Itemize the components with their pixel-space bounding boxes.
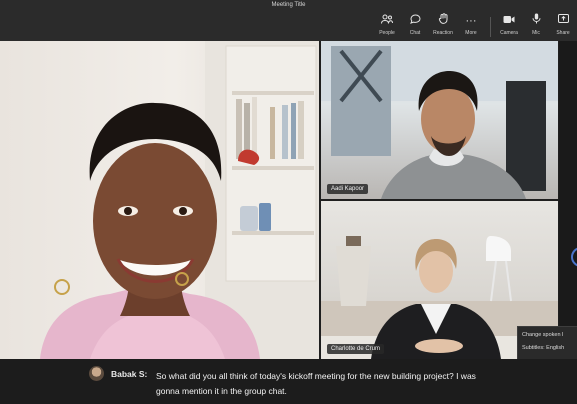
speaker-avatar (89, 366, 104, 381)
subtitles-language-option[interactable]: Subtitles: English (518, 340, 577, 353)
chat-label: Chat (409, 30, 421, 36)
toolbar-divider (490, 17, 491, 37)
aadi-participant-video (321, 41, 558, 199)
participant-name-charlotte: Charlotte de Crum (327, 344, 385, 354)
side-panel-strip (559, 41, 577, 359)
reaction-icon (430, 13, 456, 29)
change-spoken-language-option[interactable]: Change spoken l (518, 327, 577, 340)
mic-label: Mic (532, 30, 540, 36)
main-video-tile[interactable] (0, 41, 319, 359)
reaction-button[interactable]: Reaction (430, 13, 456, 39)
caption-text: So what did you all think of today's kic… (156, 371, 476, 396)
people-label: People (379, 30, 395, 36)
caption-speaker-name: Babak S: (111, 369, 148, 379)
share-button[interactable]: Share (550, 13, 576, 39)
chat-icon (402, 13, 428, 29)
chat-button[interactable]: Chat (402, 13, 428, 39)
share-label: Share (556, 30, 570, 36)
video-stage: Aadi Kapoor Charlotte de Crum Change spo… (0, 41, 577, 364)
video-tile-aadi[interactable]: Aadi Kapoor (321, 41, 558, 199)
camera-label: Camera (500, 30, 518, 36)
more-button[interactable]: ··· More (458, 13, 484, 39)
live-captions-bar: Babak S: So what did you all think of to… (0, 359, 577, 404)
title-bar: Meeting Title (0, 0, 577, 11)
main-participant-video (40, 41, 319, 359)
people-icon (374, 13, 400, 29)
camera-icon (496, 13, 522, 29)
people-button[interactable]: People (374, 13, 400, 39)
more-label: More (465, 30, 477, 36)
mic-icon (523, 13, 549, 29)
reaction-label: Reaction (433, 30, 453, 36)
partial-avatar-icon (571, 247, 577, 267)
meeting-title: Meeting Title (271, 2, 306, 8)
share-icon (550, 13, 576, 29)
mic-button[interactable]: Mic (523, 13, 549, 39)
meeting-toolbar: People Chat Reaction ··· More Camera Mic… (0, 11, 577, 41)
more-icon: ··· (465, 15, 477, 27)
camera-button[interactable]: Camera (496, 13, 522, 39)
participant-name-aadi: Aadi Kapoor (327, 184, 369, 194)
